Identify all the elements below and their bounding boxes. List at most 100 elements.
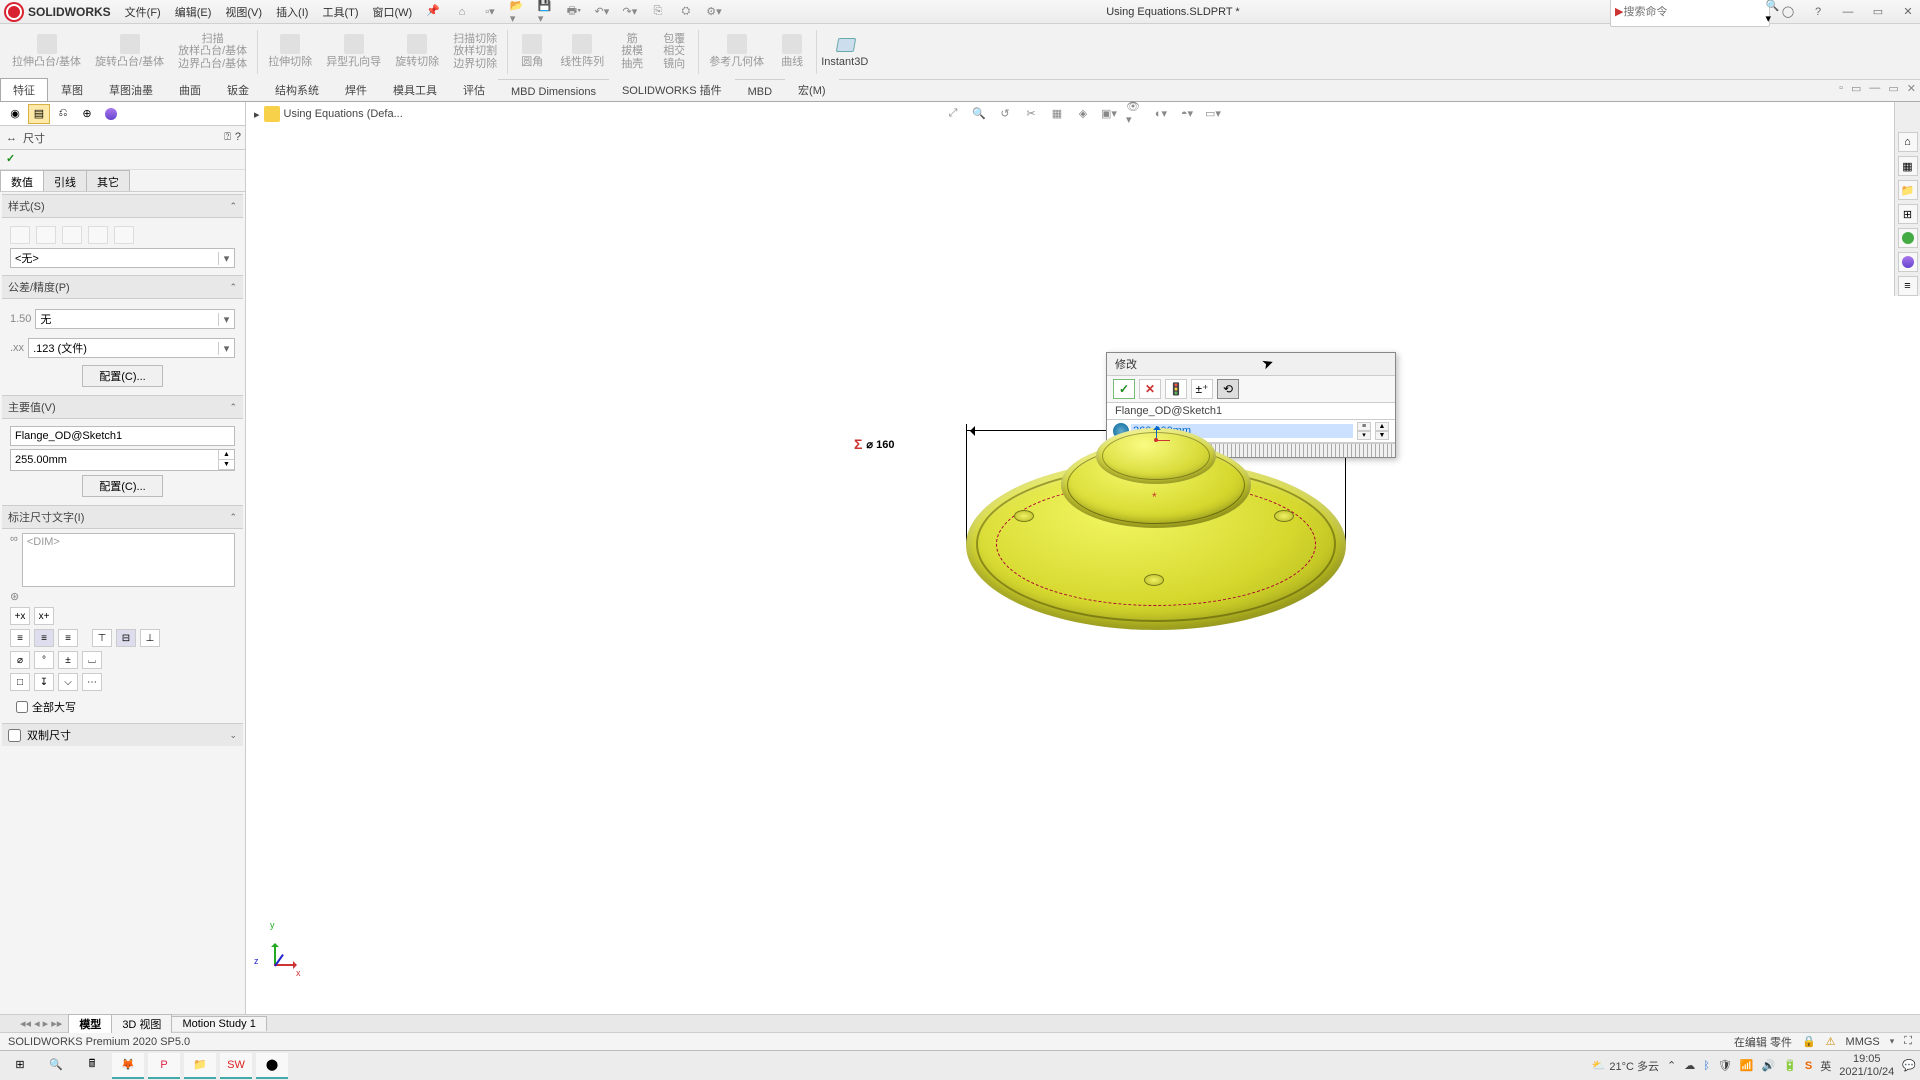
sym-depth-icon[interactable]: ↧ xyxy=(34,673,54,691)
hide-show-icon[interactable]: 👁▾ xyxy=(1126,104,1144,122)
ribbon-rib-draft[interactable]: 筋拔模抽壳 xyxy=(612,31,652,71)
zoom-fit-icon[interactable]: ⤢ xyxy=(944,104,962,122)
confirm-ok-icon[interactable] xyxy=(6,152,20,166)
status-rebuild-icon[interactable]: ⚠ xyxy=(1826,1035,1836,1048)
property-tips-icon[interactable]: ⍰ xyxy=(224,131,231,144)
sym-square-icon[interactable]: □ xyxy=(10,673,30,691)
taskpane-explorer-icon[interactable]: ⊞ xyxy=(1898,204,1918,224)
section-tolerance-head[interactable]: 公差/精度(P)⌃ xyxy=(2,275,243,299)
justify-top-icon[interactable]: ⊤ xyxy=(92,629,112,647)
ribbon-pattern[interactable]: 线性阵列 xyxy=(554,32,610,70)
taskbar-powerpoint-icon[interactable]: P xyxy=(148,1053,180,1079)
modify-spin-config[interactable]: ≡ xyxy=(1357,422,1371,431)
property-help-icon[interactable]: ? xyxy=(235,131,241,144)
graphics-area[interactable]: ▸ Using Equations (Defa... ⤢ 🔍 ↺ ✂ ▦ ◈ ▣… xyxy=(246,102,1920,1014)
justify-mid-icon[interactable]: ⊟ xyxy=(116,629,136,647)
primary-spin-down[interactable]: ▼ xyxy=(218,460,234,470)
sym-counterbore-icon[interactable]: ⌴ xyxy=(82,651,102,669)
prop-tab-leader[interactable]: 引线 xyxy=(43,170,87,191)
tab-sketch-ink[interactable]: 草图油墨 xyxy=(96,78,166,101)
breadcrumb-expand-icon[interactable]: ▸ xyxy=(254,108,260,121)
primary-name-field[interactable]: Flange_OD@Sketch1 xyxy=(10,426,235,446)
tab-close-icon[interactable]: ✕ xyxy=(1907,82,1916,95)
prev-view-icon[interactable]: ↺ xyxy=(996,104,1014,122)
section-view-icon[interactable]: ✂ xyxy=(1022,104,1040,122)
dimtext-link-icon[interactable]: ∞ xyxy=(10,533,18,545)
status-lock-icon[interactable]: 🔒 xyxy=(1802,1035,1816,1048)
menu-tools[interactable]: 工具(T) xyxy=(322,4,358,20)
menu-edit[interactable]: 编辑(E) xyxy=(175,4,212,20)
dimension-label[interactable]: Σ ⌀ 160 xyxy=(854,436,894,452)
taskbar-weather[interactable]: ⛅ 21°C 多云 xyxy=(1592,1058,1659,1074)
print-icon[interactable]: 🖶▾ xyxy=(566,4,582,20)
section-style-head[interactable]: 样式(S)⌃ xyxy=(2,194,243,218)
apply-scene-icon[interactable]: ◓▾ xyxy=(1178,104,1196,122)
style-icon-3[interactable] xyxy=(62,226,82,244)
prop-tab-value[interactable]: 数值 xyxy=(0,170,44,191)
select-icon[interactable]: ⎘ xyxy=(650,4,666,20)
view-settings-icon[interactable]: ▭▾ xyxy=(1204,104,1222,122)
section-dimtext-head[interactable]: 标注尺寸文字(I)⌃ xyxy=(2,505,243,529)
insert-before-icon[interactable]: +x xyxy=(10,607,30,625)
tray-ime-icon[interactable]: 英 xyxy=(1820,1058,1831,1074)
ribbon-cut-misc[interactable]: 扫描切除放样切割边界切除 xyxy=(447,31,503,71)
justify-center-icon[interactable]: ≡ xyxy=(34,629,54,647)
status-units[interactable]: MMGS xyxy=(1846,1036,1880,1048)
undo-icon[interactable]: ↶▾ xyxy=(594,4,610,20)
redo-icon[interactable]: ↷▾ xyxy=(622,4,638,20)
tray-onedrive-icon[interactable]: ☁ xyxy=(1684,1059,1695,1072)
justify-left-icon[interactable]: ≡ xyxy=(10,629,30,647)
save-icon[interactable]: 💾▾ xyxy=(538,4,554,20)
tab-expand-icon[interactable]: ▫ xyxy=(1839,82,1843,95)
ribbon-revolve-boss[interactable]: 旋转凸台/基体 xyxy=(89,32,170,70)
tolerance-precision-combo[interactable]: .123 (文件)▾ xyxy=(28,338,235,358)
taskbar-obs-icon[interactable]: ⬤ xyxy=(256,1053,288,1079)
menu-pin-icon[interactable]: 📌 xyxy=(426,4,440,20)
tab-addins[interactable]: SOLIDWORKS 插件 xyxy=(609,78,735,101)
command-search[interactable]: ▶ 🔍▾ xyxy=(1610,0,1770,27)
insert-after-icon[interactable]: x+ xyxy=(34,607,54,625)
display-style-icon[interactable]: ▣▾ xyxy=(1100,104,1118,122)
minimize-icon[interactable]: — xyxy=(1840,4,1856,20)
menu-insert[interactable]: 插入(I) xyxy=(276,4,308,20)
dynamic-annot-icon[interactable]: ▦ xyxy=(1048,104,1066,122)
status-fullscreen-icon[interactable]: ⛶ xyxy=(1904,1035,1912,1048)
modify-spin-up[interactable]: ▲ xyxy=(1375,422,1389,431)
primary-config-button[interactable]: 配置(C)... xyxy=(82,475,162,497)
justify-bot-icon[interactable]: ⊥ xyxy=(140,629,160,647)
prop-tab-other[interactable]: 其它 xyxy=(86,170,130,191)
bottom-tab-nav-left[interactable]: ◂◂ ◂ ▸ ▸▸ xyxy=(20,1017,62,1030)
taskpane-view-palette-icon[interactable] xyxy=(1898,228,1918,248)
tab-restore-icon[interactable]: ▭ xyxy=(1888,82,1898,95)
justify-right-icon[interactable]: ≡ xyxy=(58,629,78,647)
modify-spin-down[interactable]: ▼ xyxy=(1375,431,1389,440)
tab-evaluate[interactable]: 评估 xyxy=(450,78,498,101)
menu-file[interactable]: 文件(F) xyxy=(125,4,161,20)
modify-spin-config2[interactable]: ▾ xyxy=(1357,431,1371,440)
primary-spin-up[interactable]: ▲ xyxy=(218,450,234,460)
taskbar-explorer-icon[interactable]: 📁 xyxy=(184,1053,216,1079)
view-triad[interactable]: y x z xyxy=(266,934,306,974)
tree-tab-property-icon[interactable]: ▤ xyxy=(28,104,50,124)
options-icon[interactable]: ⚙▾ xyxy=(706,4,722,20)
start-button[interactable]: ⊞ xyxy=(4,1053,36,1079)
modify-reverse-button[interactable]: ±⁺ xyxy=(1191,379,1213,399)
taskbar-clock[interactable]: 19:05 2021/10/24 xyxy=(1839,1053,1894,1077)
close-icon[interactable]: ✕ xyxy=(1900,4,1916,20)
tab-features[interactable]: 特征 xyxy=(0,78,48,101)
breadcrumb[interactable]: ▸ Using Equations (Defa... xyxy=(254,106,403,122)
help-icon[interactable]: ? xyxy=(1810,4,1826,20)
command-search-input[interactable] xyxy=(1623,6,1765,18)
tray-bluetooth-icon[interactable]: ᛒ xyxy=(1703,1060,1710,1072)
tray-app-icon[interactable]: S xyxy=(1805,1060,1812,1072)
tab-surface[interactable]: 曲面 xyxy=(166,78,214,101)
taskpane-home-icon[interactable]: ⌂ xyxy=(1898,132,1918,152)
dimtext-ref-icon[interactable]: ⊛ xyxy=(10,590,19,603)
taskpane-appearances-icon[interactable] xyxy=(1898,252,1918,272)
tab-mold-tools[interactable]: 模具工具 xyxy=(380,78,450,101)
modify-rebuild-button[interactable]: 🚦 xyxy=(1165,379,1187,399)
style-combo[interactable]: <无>▾ xyxy=(10,248,235,268)
maximize-icon[interactable]: ▭ xyxy=(1870,4,1886,20)
taskbar-search-icon[interactable]: 🔍 xyxy=(40,1053,72,1079)
style-icon-5[interactable] xyxy=(114,226,134,244)
